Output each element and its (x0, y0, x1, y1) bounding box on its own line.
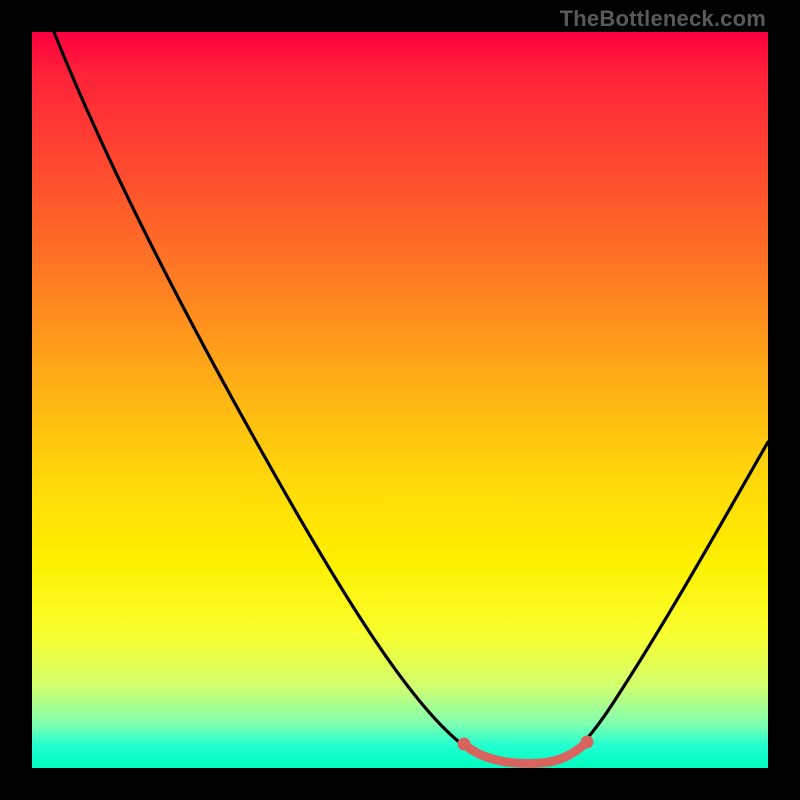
attribution-text: TheBottleneck.com (560, 6, 766, 32)
main-curve (54, 32, 768, 764)
plot-area (32, 32, 768, 768)
curve-layer (32, 32, 768, 768)
highlight-segment (464, 742, 587, 763)
highlight-dot-right (581, 736, 594, 749)
highlight-dot-left (458, 738, 471, 751)
chart-container: TheBottleneck.com (0, 0, 800, 800)
